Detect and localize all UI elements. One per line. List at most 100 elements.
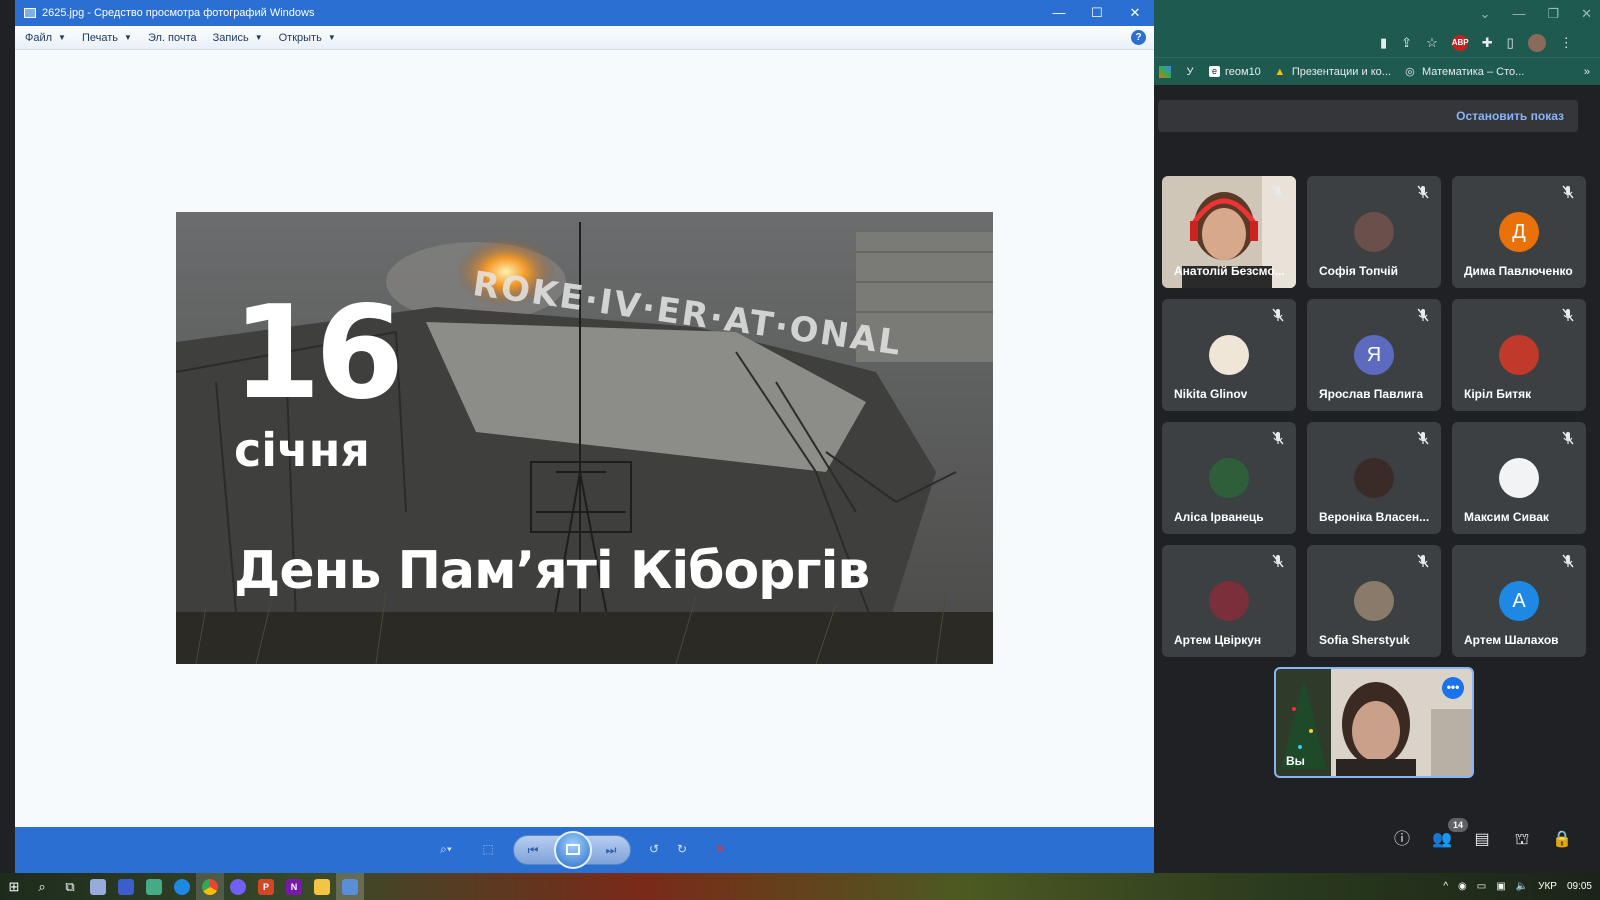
rotate-counterclockwise-icon[interactable]: ↺ — [643, 839, 665, 859]
participant-tile[interactable]: Кірiл Битяк — [1452, 299, 1586, 411]
profile-avatar[interactable] — [1527, 34, 1546, 52]
bookmark-label: Презентации и ко... — [1291, 65, 1391, 78]
participant-tile[interactable]: Анатолій Безсмо... — [1162, 176, 1296, 288]
participant-tile[interactable]: Д Дима Павлюченко — [1452, 176, 1586, 288]
volume-icon[interactable]: 🔈 — [1516, 881, 1528, 892]
monitor-icon — [146, 878, 162, 895]
powerpoint-icon: P — [258, 878, 274, 895]
more-options-icon[interactable]: ••• — [1442, 677, 1464, 699]
minimize-button[interactable]: — — [1040, 0, 1078, 26]
participant-tile[interactable]: Я Ярослав Павлига — [1307, 299, 1441, 411]
search-icon[interactable]: ⌕ — [28, 873, 56, 900]
participant-name: Аліса Ірванець — [1174, 510, 1264, 524]
menu-email[interactable]: Эл. почта — [148, 32, 197, 44]
language-indicator[interactable]: УКР — [1538, 881, 1557, 892]
dropdown-caret-icon: ▼ — [58, 33, 66, 42]
participant-name: Анатолій Безсмо... — [1174, 264, 1285, 278]
activities-icon[interactable]: ⛫ — [1510, 828, 1534, 852]
chrome-restore-button[interactable]: ❐ — [1547, 6, 1559, 22]
side-panel-icon[interactable]: ▯ — [1507, 35, 1514, 51]
stop-presenting-button[interactable]: Остановить показ — [1456, 109, 1564, 123]
menu-label: Запись — [212, 31, 249, 44]
slideshow-icon — [566, 844, 580, 855]
participant-tile[interactable]: Артем Цвіркун — [1162, 545, 1296, 657]
taskbar-app-explorer[interactable] — [308, 873, 336, 900]
participant-tile[interactable]: Sofia Sherstyuk — [1307, 545, 1441, 657]
menu-print[interactable]: Печать ▼ — [82, 32, 132, 44]
viber-tray-icon[interactable]: ◉ — [1458, 881, 1467, 892]
chrome-minimize-button[interactable]: — — [1512, 6, 1525, 22]
chrome-menu-icon[interactable]: ⋮ — [1560, 35, 1573, 51]
info-icon[interactable]: ⓘ — [1390, 828, 1414, 852]
taskbar-app-viber[interactable] — [224, 873, 252, 900]
camera-icon[interactable]: ▮ — [1380, 35, 1387, 51]
taskbar-app-monitor[interactable] — [140, 873, 168, 900]
self-video-tile[interactable]: Вы ••• — [1274, 667, 1474, 778]
participant-avatar — [1354, 458, 1394, 498]
viewer-titlebar: 2625.jpg - Средство просмотра фотографий… — [15, 0, 1154, 26]
participant-tile[interactable]: Максим Сивак — [1452, 422, 1586, 534]
close-button[interactable]: ✕ — [1116, 0, 1154, 26]
bookmark-u-icon: У — [1186, 65, 1194, 78]
bookmarks-overflow-icon[interactable]: » — [1584, 66, 1590, 78]
windows-start-icon[interactable]: ⊞ — [0, 873, 28, 900]
chrome-extensions-row: ▮ ⇪ ☆ ABP ✚ ▯ ⋮ — [1380, 34, 1573, 52]
chrome-close-button[interactable]: ✕ — [1581, 6, 1592, 22]
network-icon[interactable]: ▣ — [1496, 881, 1505, 892]
taskbar-app-browser[interactable] — [168, 873, 196, 900]
host-controls-lock-icon[interactable]: 🔒 — [1550, 828, 1574, 852]
battery-icon[interactable]: ▭ — [1477, 881, 1486, 892]
menu-burn[interactable]: Запись ▼ — [213, 32, 263, 44]
notepad-icon — [90, 878, 106, 895]
bookmark-item[interactable]: e геом10 — [1209, 66, 1261, 78]
dropdown-caret-icon: ▼ — [254, 33, 263, 42]
taskbar-app-notepad[interactable] — [84, 873, 112, 900]
participant-name: Кірiл Битяк — [1464, 387, 1532, 401]
participant-tile[interactable]: Nikita Glinov — [1162, 299, 1296, 411]
photo-viewer-window: 2625.jpg - Средство просмотра фотографий… — [15, 0, 1154, 873]
bookmark-label: Математика – Сто... — [1421, 65, 1525, 78]
participant-avatar — [1354, 581, 1394, 621]
taskbar-app-powerpoint[interactable]: P — [252, 873, 280, 900]
tab-list-chevron-icon[interactable]: ⌄ — [1480, 6, 1491, 22]
participant-tile[interactable]: A Артем Шалахов — [1452, 545, 1586, 657]
participant-name: Артем Цвіркун — [1174, 633, 1262, 647]
chat-icon[interactable]: ▤ — [1470, 828, 1494, 852]
actual-size-icon[interactable]: ⬚ — [477, 839, 499, 859]
taskbar-app-store[interactable] — [112, 873, 140, 900]
task-view-icon[interactable]: ⧉ — [56, 873, 84, 900]
participant-avatar — [1209, 581, 1249, 621]
rotate-clockwise-icon[interactable]: ↻ — [671, 839, 693, 859]
clock[interactable]: 09:05 — [1567, 881, 1592, 892]
bookmark-item[interactable]: ◎ Математика – Сто... — [1403, 65, 1524, 79]
people-icon[interactable]: 👥 — [1430, 828, 1454, 852]
adblock-icon[interactable]: ABP — [1451, 35, 1469, 51]
help-icon[interactable]: ? — [1131, 30, 1146, 45]
taskbar-app-chrome[interactable] — [196, 873, 224, 900]
slideshow-button[interactable] — [554, 831, 592, 869]
participant-tile[interactable]: Софія Топчій — [1307, 176, 1441, 288]
bookmark-item[interactable]: У — [1183, 65, 1197, 79]
taskbar-app-photo-viewer[interactable] — [336, 873, 364, 900]
menu-label: Печать — [81, 31, 119, 44]
browser-icon — [174, 878, 190, 895]
menu-open[interactable]: Открыть ▼ — [279, 32, 336, 44]
apps-grid-icon[interactable] — [1159, 65, 1171, 78]
extensions-puzzle-icon[interactable]: ✚ — [1482, 35, 1493, 51]
star-icon[interactable]: ☆ — [1426, 35, 1438, 51]
delete-icon[interactable]: ✕ — [709, 839, 731, 859]
maximize-button[interactable]: ☐ — [1078, 0, 1116, 26]
zoom-icon[interactable]: ⌕▾ — [435, 839, 457, 859]
participant-name: Софія Топчій — [1319, 264, 1398, 278]
menu-file[interactable]: Файл ▼ — [25, 32, 66, 44]
share-icon[interactable]: ⇪ — [1401, 35, 1412, 51]
next-icon[interactable]: ⏭ — [600, 840, 622, 860]
photo-month: січня — [234, 423, 370, 477]
taskbar-app-onenote[interactable]: N — [280, 873, 308, 900]
previous-icon[interactable]: ⏮ — [522, 840, 544, 860]
participant-tile[interactable]: Аліса Ірванець — [1162, 422, 1296, 534]
participant-tile[interactable]: Вероніка Власен... — [1307, 422, 1441, 534]
bookmark-item[interactable]: ▲ Презентации и ко... — [1273, 65, 1391, 79]
viewer-nav-bar: ⌕▾ ⬚ ⏮ ⏭ ↺ ↻ ✕ — [15, 827, 1154, 873]
tray-chevron-icon[interactable]: ^ — [1443, 881, 1448, 892]
